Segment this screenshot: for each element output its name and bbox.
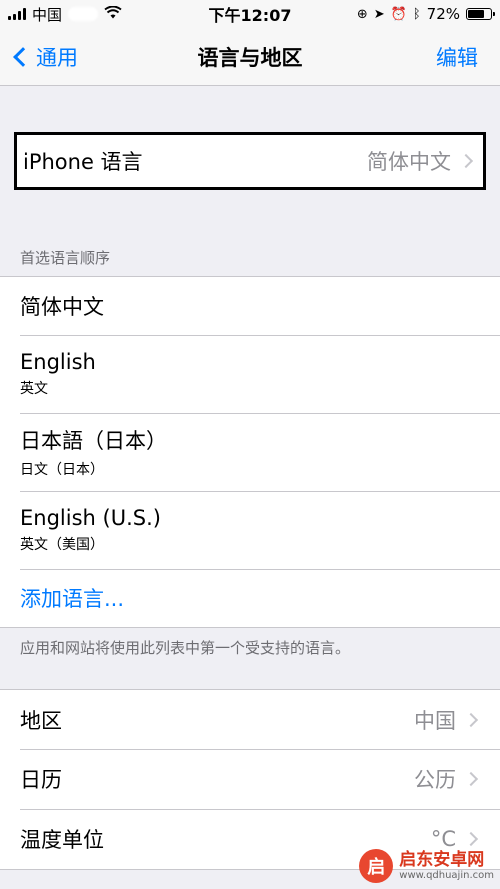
calendar-label: 日历 [20,768,62,792]
language-name: 简体中文 [20,295,104,319]
temperature-unit-value: °C [430,827,456,851]
page-title: 语言与地区 [197,46,303,70]
chevron-right-icon [463,831,479,847]
language-name: English (U.S.) [20,506,161,530]
chevron-right-icon [463,712,479,727]
language-row[interactable]: English (U.S.) 英文（美国） [0,491,500,569]
language-subtitle: 日文（日本） [20,462,104,478]
language-row[interactable]: 简体中文 [0,277,500,335]
wifi-icon [104,5,122,23]
chevron-right-icon [458,153,474,169]
calendar-value: 公历 [414,768,456,792]
carrier-redaction [68,7,99,21]
region-settings-group: 地区 中国 日历 公历 温度单位 °C [0,689,500,870]
watermark-name: 启东安卓网 [399,850,485,871]
navigation-bar: 通用 语言与地区 编辑 [0,28,500,86]
language-row[interactable]: 日本語（日本） 日文（日本） [0,413,500,491]
bluetooth-icon: ᛒ [412,6,421,22]
language-subtitle: 英文（美国） [20,537,104,553]
watermark-logo-icon: 启 [359,849,394,883]
status-bar: 中国 下午12:07 ⊕ ➤ ⏰ ᛒ 72% [0,0,500,28]
preferred-languages-footer: 应用和网站将使用此列表中第一个受支持的语言。 [20,639,351,657]
temperature-unit-value-wrap: °C [431,827,480,851]
back-button[interactable]: 通用 [10,28,78,86]
carrier-label: 中国 [32,5,63,24]
add-language-label: 添加语言... [20,587,125,611]
edit-button[interactable]: 编辑 [436,28,478,86]
calendar-value-wrap: 公历 [414,764,480,794]
region-label: 地区 [20,708,62,733]
preferred-languages-header: 首选语言顺序 [20,249,111,267]
region-value-wrap: 中国 [414,705,480,735]
iphone-language-row[interactable]: iPhone 语言 简体中文 [14,132,486,190]
watermark: 启 启东安卓网 www.qdhuajin.com [359,849,494,883]
signal-icon [8,8,26,20]
chevron-left-icon [13,47,33,67]
region-value: 中国 [414,708,456,733]
rotation-lock-icon: ⊕ [356,6,368,22]
alarm-icon: ⏰ [390,6,407,22]
iphone-language-value-wrap: 简体中文 [367,146,475,176]
language-name: 日本語（日本） [20,429,167,453]
add-language-button[interactable]: 添加语言... [0,569,500,627]
status-bar-right: ⊕ ➤ ⏰ ᛒ 72% [356,5,495,23]
status-time: 下午12:07 [208,6,292,25]
iphone-language-value: 简体中文 [367,150,451,174]
battery-percent: 72% [426,5,460,23]
preferred-languages-group: 简体中文 English 英文 日本語（日本） 日文（日本） English (… [0,276,500,628]
temperature-unit-label: 温度单位 [20,828,104,852]
chevron-right-icon [463,771,479,787]
language-row[interactable]: English 英文 [0,335,500,413]
calendar-row[interactable]: 日历 公历 [0,749,500,809]
language-subtitle: 英文 [20,381,48,397]
language-name: English [20,350,96,374]
watermark-url: www.qdhuajin.com [399,869,494,881]
iphone-language-label: iPhone 语言 [23,150,143,174]
battery-level [468,10,484,18]
back-label: 通用 [36,46,78,70]
status-bar-left: 中国 [8,4,122,25]
location-icon: ➤ [373,6,385,22]
region-row[interactable]: 地区 中国 [0,690,500,749]
watermark-text: 启东安卓网 www.qdhuajin.com [399,851,494,881]
battery-icon [466,8,495,20]
